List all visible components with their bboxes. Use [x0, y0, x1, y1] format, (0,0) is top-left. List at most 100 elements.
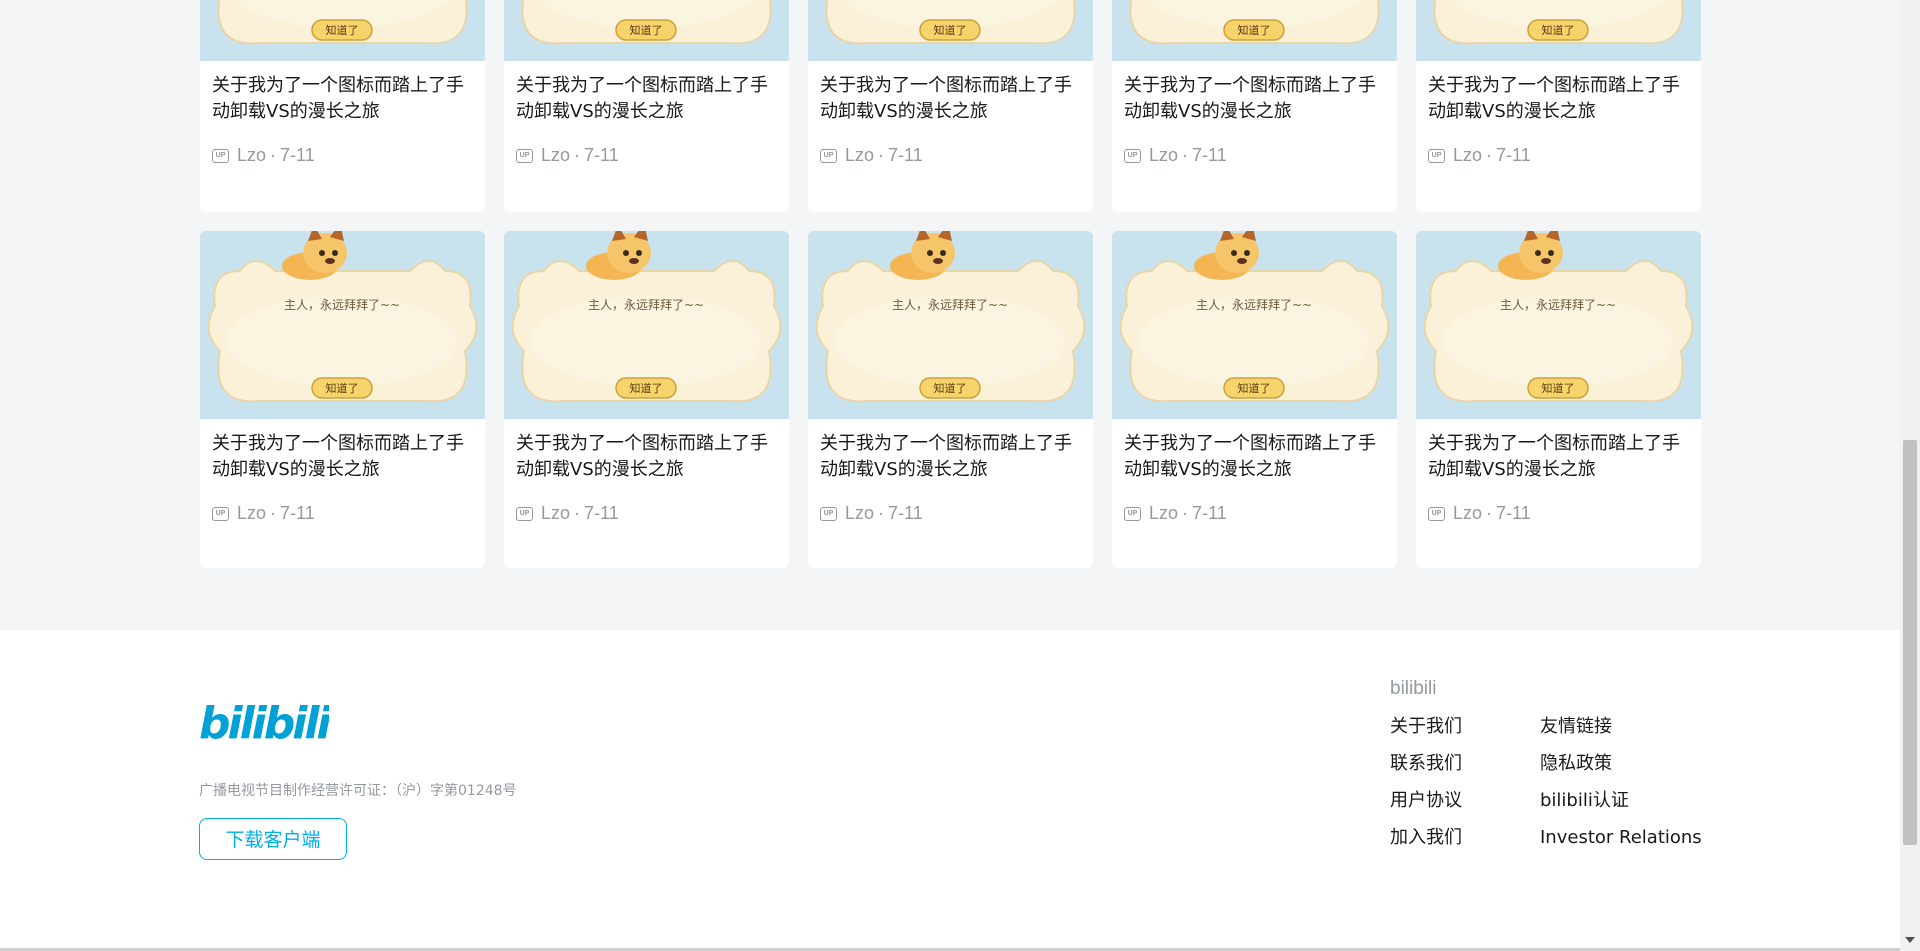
- video-card-body: 关于我为了一个图标而踏上了手动卸载VS的漫长之旅 UP Lzo · 7-11: [200, 61, 485, 166]
- meta-separator: ·: [270, 503, 277, 523]
- up-badge-icon: UP: [516, 506, 533, 521]
- video-thumbnail[interactable]: 主人，永远拜拜了~~ 知道了: [504, 231, 789, 419]
- video-date: 7-11: [1496, 145, 1531, 165]
- svg-text:知道了: 知道了: [934, 23, 967, 37]
- video-card-body: 关于我为了一个图标而踏上了手动卸载VS的漫长之旅 UP Lzo · 7-11: [808, 419, 1093, 524]
- video-author[interactable]: Lzo: [1149, 145, 1178, 166]
- footer-link[interactable]: bilibili认证: [1540, 788, 1720, 813]
- vertical-scrollbar[interactable]: [1900, 0, 1920, 951]
- meta-separator: ·: [1182, 145, 1189, 165]
- meta-separator: ·: [270, 145, 277, 165]
- video-date: 7-11: [584, 503, 619, 523]
- video-title[interactable]: 关于我为了一个图标而踏上了手动卸载VS的漫长之旅: [820, 431, 1081, 483]
- video-card[interactable]: 知道了 关于我为了一个图标而踏上了手动卸载VS的漫长之旅 UP Lzo · 7-11: [1416, 0, 1701, 212]
- up-badge-icon: UP: [1428, 148, 1445, 163]
- meta-separator: ·: [1486, 503, 1493, 523]
- footer: bilibili 广播电视节目制作经营许可证：（沪）字第01248号 下载客户端…: [0, 630, 1900, 951]
- meta-separator: ·: [574, 503, 581, 523]
- video-card-body: 关于我为了一个图标而踏上了手动卸载VS的漫长之旅 UP Lzo · 7-11: [1416, 61, 1701, 166]
- up-badge-icon: UP: [820, 148, 837, 163]
- video-card[interactable]: 主人，永远拜拜了~~ 知道了关于我为了一个图标而踏上了手动卸载VS的漫长之旅 UP L…: [200, 231, 485, 568]
- footer-link[interactable]: 加入我们: [1390, 825, 1540, 850]
- video-card[interactable]: 知道了关于我为了一个图标而踏上了手动卸载VS的漫长之旅 UP Lzo · 7-11: [1112, 0, 1397, 212]
- video-meta: UP Lzo · 7-11: [1428, 503, 1689, 524]
- video-meta: UP Lzo · 7-11: [212, 503, 473, 524]
- meta-separator: ·: [878, 145, 885, 165]
- video-thumbnail[interactable]: 知道了: [200, 0, 485, 61]
- meta-separator: ·: [878, 503, 885, 523]
- footer-link[interactable]: 关于我们: [1390, 714, 1540, 739]
- video-title[interactable]: 关于我为了一个图标而踏上了手动卸载VS的漫长之旅: [820, 73, 1081, 125]
- video-author[interactable]: Lzo: [541, 145, 570, 166]
- video-card[interactable]: 知道了关于我为了一个图标而踏上了手动卸载VS的漫长之旅 UP Lzo · 7-11: [808, 0, 1093, 212]
- up-badge-icon: UP: [516, 148, 533, 163]
- video-author[interactable]: Lzo: [237, 503, 266, 524]
- video-card[interactable]: 主人，永远拜拜了~~ 知道了关于我为了一个图标而踏上了手动卸载VS的漫长之旅 UP L…: [1416, 231, 1701, 568]
- svg-text:主人，永远拜拜了~~: 主人，永远拜拜了~~: [284, 298, 400, 312]
- video-card[interactable]: 知道了 关于我为了一个图标而踏上了手动卸载VS的漫长之旅 UP Lzo · 7-11: [504, 0, 789, 212]
- video-author[interactable]: Lzo: [1453, 503, 1482, 524]
- video-date: 7-11: [280, 145, 315, 165]
- video-thumbnail[interactable]: 主人，永远拜拜了~~ 知道了: [1112, 231, 1397, 419]
- video-thumbnail[interactable]: 主人，永远拜拜了~~ 知道了: [808, 231, 1093, 419]
- svg-text:知道了: 知道了: [1238, 23, 1271, 37]
- video-title[interactable]: 关于我为了一个图标而踏上了手动卸载VS的漫长之旅: [516, 73, 777, 125]
- video-date: 7-11: [888, 145, 923, 165]
- video-title[interactable]: 关于我为了一个图标而踏上了手动卸载VS的漫长之旅: [1428, 431, 1689, 483]
- up-badge-icon: UP: [212, 148, 229, 163]
- video-thumbnail[interactable]: 知道了: [1112, 0, 1397, 61]
- video-date: 7-11: [1496, 503, 1531, 523]
- video-card-body: 关于我为了一个图标而踏上了手动卸载VS的漫长之旅 UP Lzo · 7-11: [1112, 61, 1397, 166]
- video-date: 7-11: [1192, 145, 1227, 165]
- video-card[interactable]: 主人，永远拜拜了~~ 知道了关于我为了一个图标而踏上了手动卸载VS的漫长之旅 UP L…: [808, 231, 1093, 568]
- video-meta: UP Lzo · 7-11: [820, 145, 1081, 166]
- svg-text:知道了: 知道了: [326, 381, 359, 395]
- video-title[interactable]: 关于我为了一个图标而踏上了手动卸载VS的漫长之旅: [516, 431, 777, 483]
- footer-link[interactable]: 友情链接: [1540, 714, 1720, 739]
- video-meta: UP Lzo · 7-11: [1428, 145, 1689, 166]
- up-badge-icon: UP: [1428, 506, 1445, 521]
- footer-link[interactable]: Investor Relations: [1540, 825, 1720, 850]
- bilibili-logo[interactable]: bilibili: [199, 690, 335, 755]
- video-author[interactable]: Lzo: [1149, 503, 1178, 524]
- footer-link[interactable]: 联系我们: [1390, 751, 1540, 776]
- svg-text:主人，永远拜拜了~~: 主人，永远拜拜了~~: [1196, 298, 1312, 312]
- footer-link[interactable]: 隐私政策: [1540, 751, 1720, 776]
- video-title[interactable]: 关于我为了一个图标而踏上了手动卸载VS的漫长之旅: [1124, 73, 1385, 125]
- svg-text:知道了: 知道了: [326, 23, 359, 37]
- up-badge-icon: UP: [212, 506, 229, 521]
- video-date: 7-11: [584, 145, 619, 165]
- video-card[interactable]: 主人，永远拜拜了~~ 知道了关于我为了一个图标而踏上了手动卸载VS的漫长之旅 UP L…: [504, 231, 789, 568]
- video-thumbnail[interactable]: 知道了: [1416, 0, 1701, 61]
- scrollbar-thumb[interactable]: [1903, 440, 1917, 845]
- video-card-body: 关于我为了一个图标而踏上了手动卸载VS的漫长之旅 UP Lzo · 7-11: [504, 419, 789, 524]
- download-client-button[interactable]: 下载客户端: [199, 818, 347, 860]
- svg-text:知道了: 知道了: [1238, 381, 1271, 395]
- video-title[interactable]: 关于我为了一个图标而踏上了手动卸载VS的漫长之旅: [1124, 431, 1385, 483]
- up-badge-icon: UP: [1124, 506, 1141, 521]
- video-thumbnail[interactable]: 知道了: [808, 0, 1093, 61]
- svg-text:知道了: 知道了: [1542, 23, 1575, 37]
- video-author[interactable]: Lzo: [845, 145, 874, 166]
- video-card[interactable]: 主人，永远拜拜了~~ 知道了关于我为了一个图标而踏上了手动卸载VS的漫长之旅 UP L…: [1112, 231, 1397, 568]
- footer-link[interactable]: 用户协议: [1390, 788, 1540, 813]
- video-title[interactable]: 关于我为了一个图标而踏上了手动卸载VS的漫长之旅: [1428, 73, 1689, 125]
- video-author[interactable]: Lzo: [541, 503, 570, 524]
- video-date: 7-11: [888, 503, 923, 523]
- video-card-body: 关于我为了一个图标而踏上了手动卸载VS的漫长之旅 UP Lzo · 7-11: [1112, 419, 1397, 524]
- video-thumbnail[interactable]: 主人，永远拜拜了~~ 知道了: [1416, 231, 1701, 419]
- video-title[interactable]: 关于我为了一个图标而踏上了手动卸载VS的漫长之旅: [212, 73, 473, 125]
- video-thumbnail[interactable]: 知道了: [504, 0, 789, 61]
- video-card-body: 关于我为了一个图标而踏上了手动卸载VS的漫长之旅 UP Lzo · 7-11: [808, 61, 1093, 166]
- video-author[interactable]: Lzo: [237, 145, 266, 166]
- svg-text:知道了: 知道了: [934, 381, 967, 395]
- video-title[interactable]: 关于我为了一个图标而踏上了手动卸载VS的漫长之旅: [212, 431, 473, 483]
- video-thumbnail[interactable]: 主人，永远拜拜了~~ 知道了: [200, 231, 485, 419]
- scroll-down-arrow-icon[interactable]: [1905, 937, 1915, 943]
- video-author[interactable]: Lzo: [1453, 145, 1482, 166]
- video-card[interactable]: 知道了关于我为了一个图标而踏上了手动卸载VS的漫长之旅 UP Lzo · 7-11: [200, 0, 485, 212]
- video-card-body: 关于我为了一个图标而踏上了手动卸载VS的漫长之旅 UP Lzo · 7-11: [1416, 419, 1701, 524]
- svg-text:主人，永远拜拜了~~: 主人，永远拜拜了~~: [1500, 298, 1616, 312]
- video-author[interactable]: Lzo: [845, 503, 874, 524]
- up-badge-icon: UP: [820, 506, 837, 521]
